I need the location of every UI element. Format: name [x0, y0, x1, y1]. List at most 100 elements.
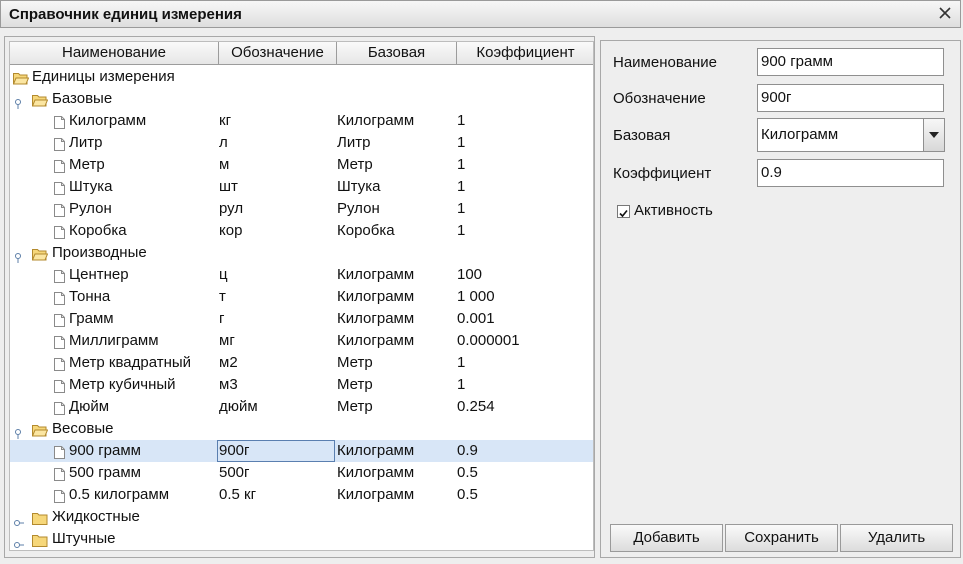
tree-group-label: Штучные	[52, 530, 116, 547]
folder-icon	[32, 532, 48, 550]
cell-name: 500 грамм	[69, 464, 141, 481]
tree-group-label: Базовые	[52, 90, 113, 107]
tree-group-label: Жидкостные	[52, 508, 140, 525]
cell-base: Килограмм	[337, 332, 415, 349]
cell-name: Миллиграмм	[69, 332, 159, 349]
cell-coefficient: 1	[457, 354, 466, 371]
table-row[interactable]: Килограмм кг Килограмм 1	[10, 110, 593, 132]
tree-root-label: Единицы измерения	[32, 68, 175, 85]
base-select-value: Килограмм	[761, 126, 839, 143]
cell-coefficient: 1 000	[457, 288, 495, 305]
coefficient-label: Коэффициент	[613, 165, 712, 182]
cell-coefficient: 100	[457, 266, 483, 283]
cell-coefficient: 1	[457, 222, 466, 239]
cell-base: Метр	[337, 156, 373, 173]
tree-group-row[interactable]: Весовые	[10, 418, 593, 440]
cell-symbol: мг	[219, 332, 235, 349]
cell-symbol: 900г	[217, 440, 335, 462]
cell-symbol: л	[219, 134, 228, 151]
table-row[interactable]: Метр м Метр 1	[10, 154, 593, 176]
table-row[interactable]: 900 грамм 900г Килограмм 0.9	[10, 440, 593, 462]
cell-coefficient: 0.001	[457, 310, 495, 327]
cell-coefficient: 1	[457, 112, 466, 129]
tree-group-row[interactable]: Базовые	[10, 88, 593, 110]
cell-base: Килограмм	[337, 464, 415, 481]
symbol-field[interactable]: 900г	[757, 84, 944, 112]
add-button[interactable]: Добавить	[610, 524, 723, 552]
cell-base: Килограмм	[337, 442, 415, 459]
table-row[interactable]: 0.5 килограмм 0.5 кг Килограмм 0.5	[10, 484, 593, 506]
cell-coefficient: 0.9	[457, 442, 478, 459]
table-row[interactable]: Миллиграмм мг Килограмм 0.000001	[10, 330, 593, 352]
table-header: Наименование Обозначение Базовая Коэффиц…	[10, 42, 593, 65]
units-tree-table[interactable]: Наименование Обозначение Базовая Коэффиц…	[9, 41, 594, 551]
cell-base: Метр	[337, 398, 373, 415]
units-tree-panel: Наименование Обозначение Базовая Коэффиц…	[4, 36, 595, 558]
cell-coefficient: 1	[457, 200, 466, 217]
tree-group-row[interactable]: Жидкостные	[10, 506, 593, 528]
name-field[interactable]: 900 грамм	[757, 48, 944, 76]
cell-coefficient: 1	[457, 178, 466, 195]
cell-base: Метр	[337, 354, 373, 371]
cell-name: Коробка	[69, 222, 127, 239]
table-row[interactable]: Коробка кор Коробка 1	[10, 220, 593, 242]
save-button[interactable]: Сохранить	[725, 524, 838, 552]
cell-base: Литр	[337, 134, 371, 151]
tree-group-label: Производные	[52, 244, 147, 261]
cell-base: Килограмм	[337, 486, 415, 503]
cell-name: Метр квадратный	[69, 354, 192, 371]
cell-symbol: м2	[219, 354, 238, 371]
table-row[interactable]: Рулон рул Рулон 1	[10, 198, 593, 220]
cell-name: Дюйм	[69, 398, 110, 415]
cell-symbol: т	[219, 288, 226, 305]
table-row[interactable]: Тонна т Килограмм 1 000	[10, 286, 593, 308]
chevron-down-icon[interactable]	[923, 119, 944, 151]
cell-symbol: м3	[219, 376, 238, 393]
table-row[interactable]: Литр л Литр 1	[10, 132, 593, 154]
table-row[interactable]: Грамм г Килограмм 0.001	[10, 308, 593, 330]
column-header-name[interactable]: Наименование	[10, 42, 219, 64]
cell-symbol: 0.5 кг	[219, 486, 257, 503]
table-row[interactable]: Метр квадратный м2 Метр 1	[10, 352, 593, 374]
close-icon[interactable]	[936, 4, 954, 22]
cell-symbol: ц	[219, 266, 228, 283]
cell-symbol: шт	[219, 178, 238, 195]
tree-root-row[interactable]: Единицы измерения	[10, 66, 593, 88]
base-select[interactable]: Килограмм	[757, 118, 945, 152]
cell-base: Килограмм	[337, 266, 415, 283]
cell-base: Килограмм	[337, 310, 415, 327]
cell-name: Метр кубичный	[69, 376, 176, 393]
cell-name: Штука	[69, 178, 113, 195]
cell-coefficient: 0.5	[457, 464, 478, 481]
cell-symbol: кг	[219, 112, 232, 129]
unit-edit-panel: Наименование 900 грамм Обозначение 900г …	[600, 40, 961, 558]
table-row[interactable]: Центнер ц Килограмм 100	[10, 264, 593, 286]
cell-name: Тонна	[69, 288, 111, 305]
cell-coefficient: 0.5	[457, 486, 478, 503]
cell-coefficient: 1	[457, 156, 466, 173]
cell-name: Центнер	[69, 266, 129, 283]
cell-name: Килограмм	[69, 112, 147, 129]
cell-coefficient: 1	[457, 134, 466, 151]
cell-base: Коробка	[337, 222, 395, 239]
table-row[interactable]: Штука шт Штука 1	[10, 176, 593, 198]
table-row[interactable]: Дюйм дюйм Метр 0.254	[10, 396, 593, 418]
coefficient-field[interactable]: 0.9	[757, 159, 944, 187]
tree-group-row[interactable]: Производные	[10, 242, 593, 264]
cell-name: Метр	[69, 156, 105, 173]
symbol-label: Обозначение	[613, 90, 706, 107]
tree-expander-icon[interactable]	[14, 534, 24, 550]
table-row[interactable]: Метр кубичный м3 Метр 1	[10, 374, 593, 396]
delete-button[interactable]: Удалить	[840, 524, 953, 552]
tree-group-row[interactable]: Штучные	[10, 528, 593, 550]
column-header-base[interactable]: Базовая	[337, 42, 457, 64]
table-row[interactable]: 500 грамм 500г Килограмм 0.5	[10, 462, 593, 484]
column-header-symbol[interactable]: Обозначение	[219, 42, 337, 64]
window-title: Справочник единиц измерения	[9, 6, 242, 23]
cell-symbol: дюйм	[219, 398, 258, 415]
cell-base: Штука	[337, 178, 381, 195]
name-label: Наименование	[613, 54, 717, 71]
cell-symbol: кор	[219, 222, 243, 239]
checkbox-box[interactable]	[617, 205, 630, 218]
column-header-coefficient[interactable]: Коэффициент	[457, 42, 593, 64]
